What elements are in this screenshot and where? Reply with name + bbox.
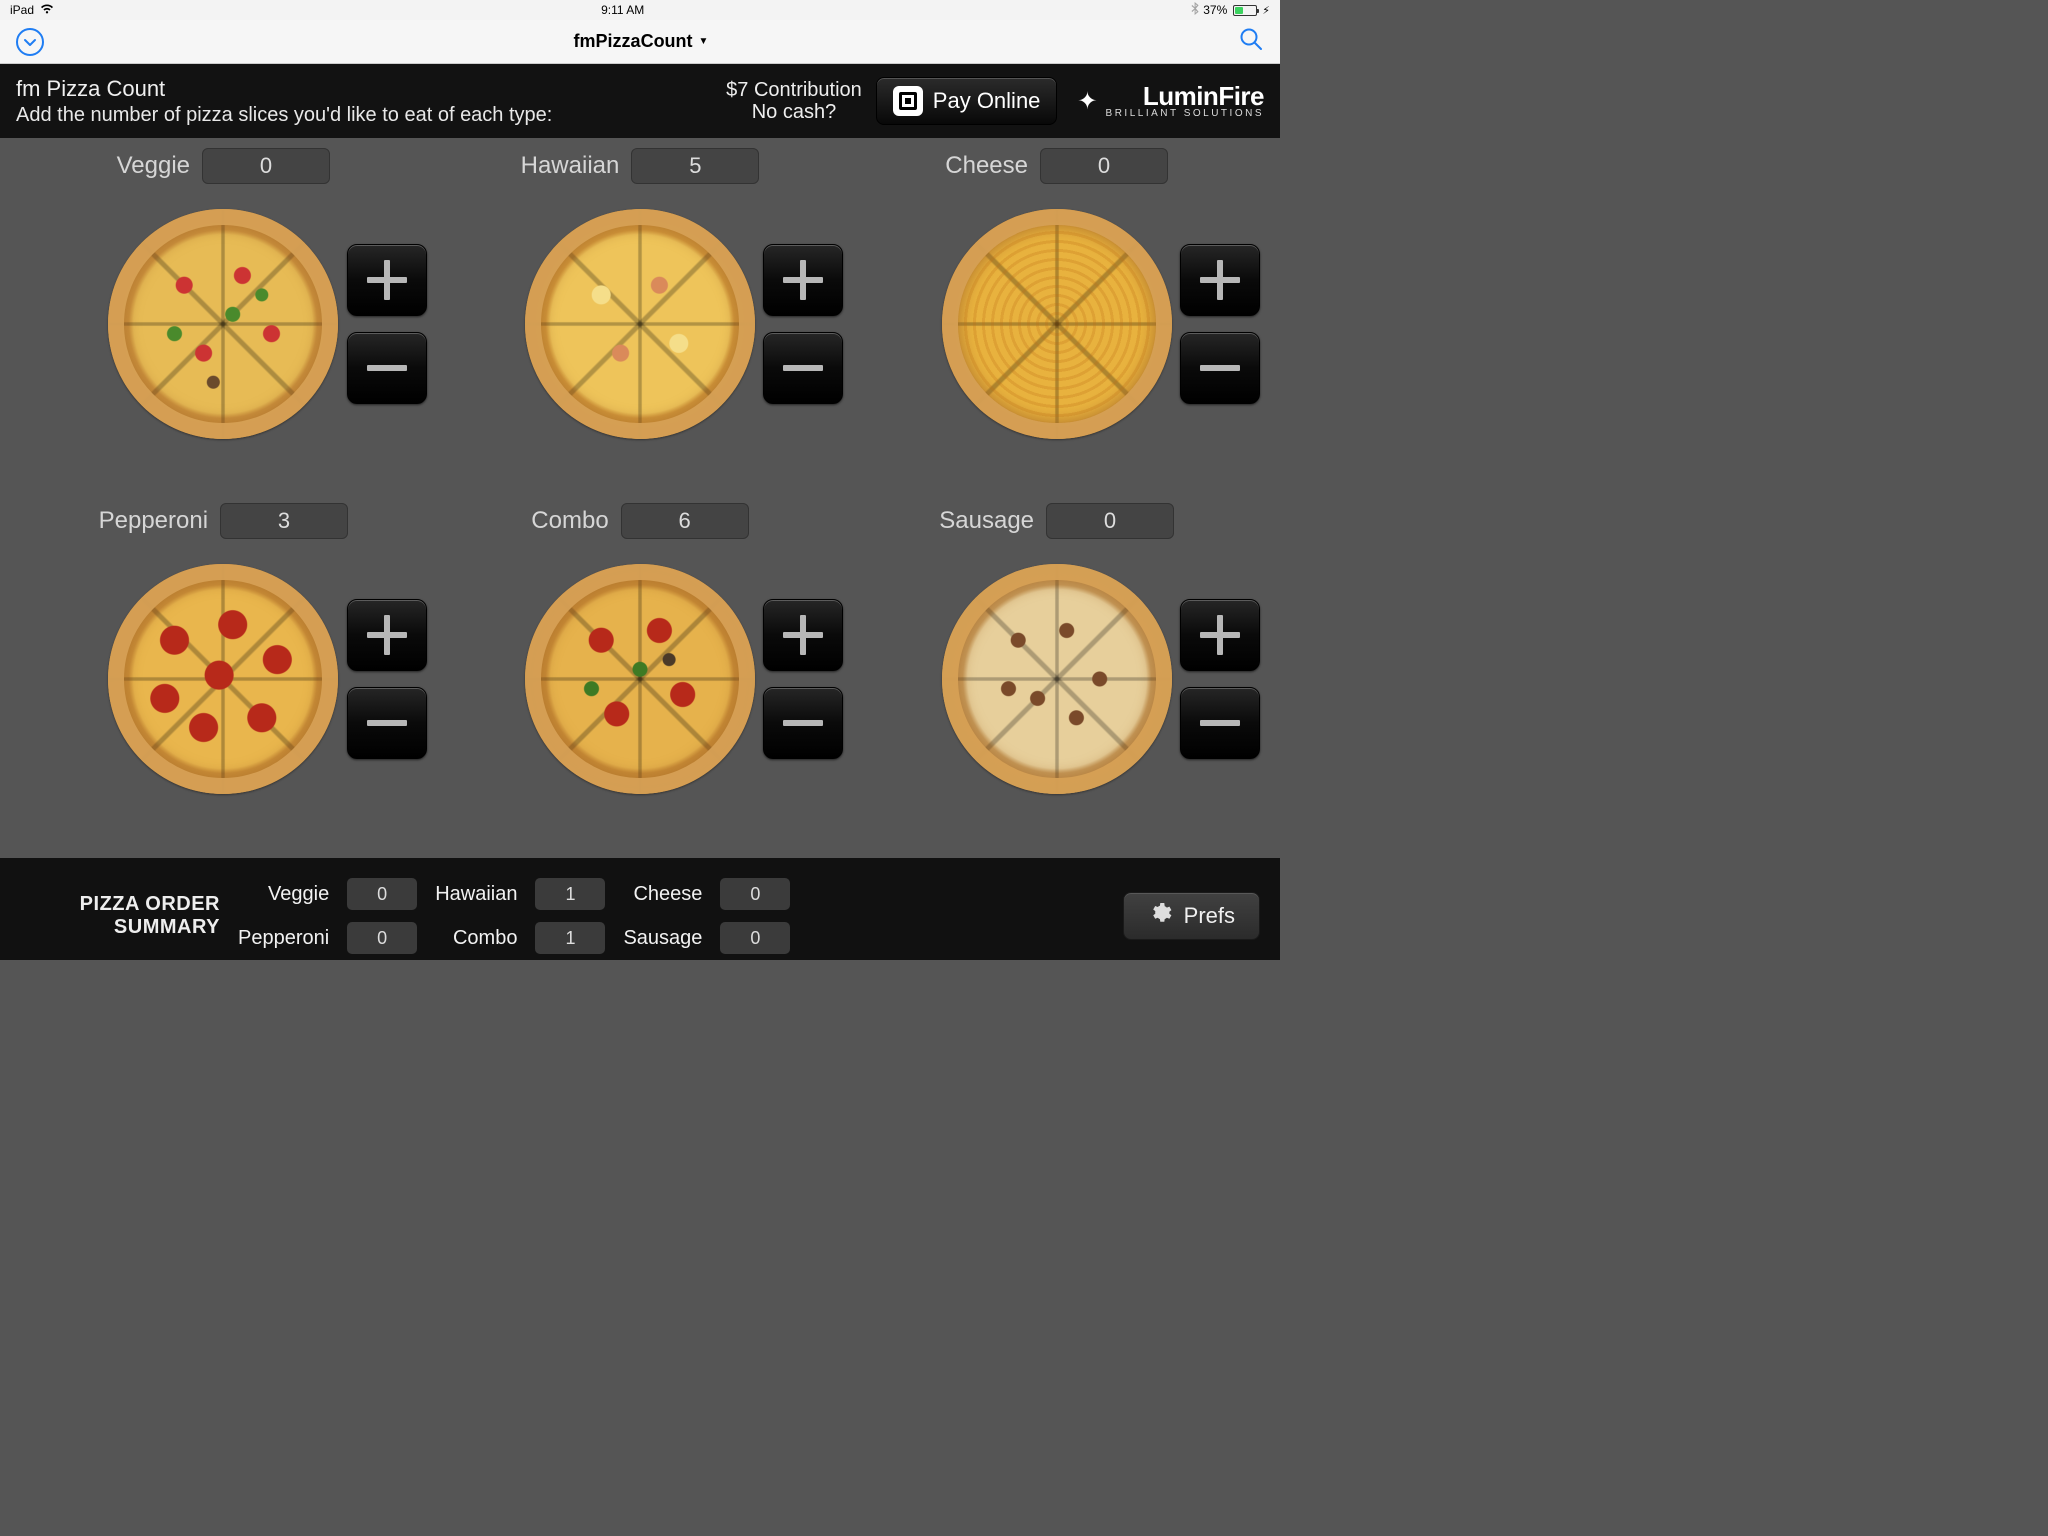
charging-icon: ⚡︎ xyxy=(1262,4,1270,17)
pizza-count-box[interactable]: 6 xyxy=(621,503,749,539)
pizza-image xyxy=(942,564,1172,794)
gear-icon xyxy=(1148,901,1172,931)
summary-value-box: 1 xyxy=(535,922,605,954)
summary-value-box: 1 xyxy=(535,878,605,910)
pizza-cell-sausage: Sausage 0 xyxy=(853,503,1260,858)
pizza-label: Combo xyxy=(531,507,608,535)
summary-label: Sausage xyxy=(623,927,702,950)
nav-title[interactable]: fmPizzaCount ▼ xyxy=(574,31,709,52)
device-label: iPad xyxy=(10,3,34,17)
pizza-cell-hawaiian: Hawaiian 5 xyxy=(437,148,844,503)
pizza-count-box[interactable]: 5 xyxy=(631,148,759,184)
pizza-count-box[interactable]: 0 xyxy=(1040,148,1168,184)
battery-pct: 37% xyxy=(1203,3,1227,17)
battery-icon xyxy=(1233,5,1257,16)
pizza-image xyxy=(942,209,1172,439)
summary-value-box: 0 xyxy=(720,922,790,954)
pay-online-button[interactable]: Pay Online xyxy=(876,77,1058,125)
increment-button[interactable] xyxy=(763,599,843,671)
decrement-button[interactable] xyxy=(347,687,427,759)
summary-label: Cheese xyxy=(623,883,702,906)
app-subtitle: Add the number of pizza slices you'd lik… xyxy=(16,104,726,127)
search-button[interactable] xyxy=(1238,26,1264,57)
pizza-cell-pepperoni: Pepperoni 3 xyxy=(20,503,427,858)
pizza-image xyxy=(525,209,755,439)
decrement-button[interactable] xyxy=(347,332,427,404)
pizza-cell-combo: Combo 6 xyxy=(437,503,844,858)
contribution-line1: $7 Contribution xyxy=(726,79,862,101)
pizza-label: Hawaiian xyxy=(521,152,620,180)
summary-label: Veggie xyxy=(238,883,329,906)
dropdown-button[interactable] xyxy=(16,28,44,56)
contribution-text: $7 Contribution No cash? xyxy=(726,79,862,123)
pizza-grid-area: Veggie 0 Hawaiian 5 Cheese 0 xyxy=(0,138,1280,858)
pizza-cell-cheese: Cheese 0 xyxy=(853,148,1260,503)
app-title: fm Pizza Count xyxy=(16,76,726,102)
nav-bar: fmPizzaCount ▼ xyxy=(0,20,1280,64)
decrement-button[interactable] xyxy=(1180,687,1260,759)
pizza-image xyxy=(108,564,338,794)
decrement-button[interactable] xyxy=(1180,332,1260,404)
bluetooth-icon xyxy=(1191,2,1199,18)
wifi-icon xyxy=(40,3,54,17)
nav-title-text: fmPizzaCount xyxy=(574,31,693,52)
prefs-label: Prefs xyxy=(1184,903,1235,929)
increment-button[interactable] xyxy=(763,244,843,316)
pizza-label: Veggie xyxy=(117,152,190,180)
logo-star-icon: ✦ xyxy=(1077,87,1097,116)
summary-title: PIZZA ORDER SUMMARY xyxy=(20,893,220,939)
order-summary-footer: PIZZA ORDER SUMMARY Veggie 0 Hawaiian 1 Chee… xyxy=(0,858,1280,960)
summary-label: Combo xyxy=(435,927,517,950)
increment-button[interactable] xyxy=(347,244,427,316)
pizza-image xyxy=(108,209,338,439)
pizza-label: Cheese xyxy=(945,152,1028,180)
clock: 9:11 AM xyxy=(601,3,644,17)
pay-online-label: Pay Online xyxy=(933,88,1041,114)
summary-title-line1: PIZZA ORDER xyxy=(20,893,220,916)
increment-button[interactable] xyxy=(347,599,427,671)
summary-value-box: 0 xyxy=(347,878,417,910)
pizza-label: Sausage xyxy=(939,507,1034,535)
pizza-count-box[interactable]: 3 xyxy=(220,503,348,539)
pizza-count-box[interactable]: 0 xyxy=(1046,503,1174,539)
prefs-button[interactable]: Prefs xyxy=(1123,892,1260,940)
logo-main-text: LuminFire xyxy=(1106,83,1264,109)
decrement-button[interactable] xyxy=(763,332,843,404)
summary-value-box: 0 xyxy=(347,922,417,954)
pizza-count-box[interactable]: 0 xyxy=(202,148,330,184)
logo-sub-text: BRILLIANT SOLUTIONS xyxy=(1106,109,1264,119)
summary-value-box: 0 xyxy=(720,878,790,910)
summary-label: Hawaiian xyxy=(435,883,517,906)
pizza-label: Pepperoni xyxy=(99,507,208,535)
luminfire-logo: ✦ LuminFire BRILLIANT SOLUTIONS xyxy=(1077,83,1264,119)
increment-button[interactable] xyxy=(1180,244,1260,316)
summary-title-line2: SUMMARY xyxy=(20,916,220,939)
status-bar: iPad 9:11 AM 37% ⚡︎ xyxy=(0,0,1280,20)
decrement-button[interactable] xyxy=(763,687,843,759)
caret-down-icon: ▼ xyxy=(699,36,709,47)
pizza-cell-veggie: Veggie 0 xyxy=(20,148,427,503)
square-pay-icon xyxy=(893,86,923,116)
contribution-line2: No cash? xyxy=(726,101,862,123)
pizza-image xyxy=(525,564,755,794)
increment-button[interactable] xyxy=(1180,599,1260,671)
summary-label: Pepperoni xyxy=(238,927,329,950)
app-header: fm Pizza Count Add the number of pizza s… xyxy=(0,64,1280,138)
